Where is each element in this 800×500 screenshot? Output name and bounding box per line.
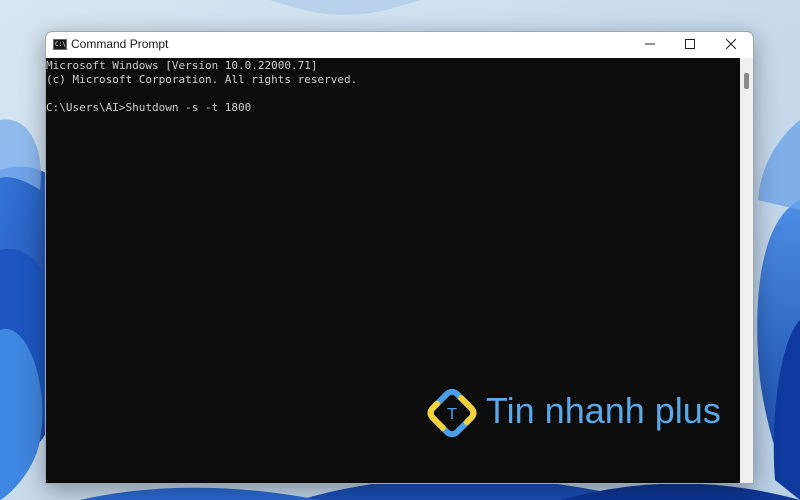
app-icon-label: C:\_ (55, 41, 70, 48)
vertical-scrollbar[interactable] (740, 58, 753, 483)
close-icon (726, 39, 736, 49)
console-line: (c) Microsoft Corporation. All rights re… (46, 73, 358, 86)
window-title: Command Prompt (71, 37, 169, 51)
console-line: Microsoft Windows [Version 10.0.22000.71… (46, 59, 318, 72)
minimize-icon (645, 43, 655, 45)
logo-letter: T (447, 406, 457, 423)
brand-name: Tin nhanh plus (486, 390, 721, 431)
scrollbar-thumb[interactable] (744, 73, 749, 89)
close-button[interactable] (710, 32, 752, 58)
title-bar[interactable]: C:\_ Command Prompt (46, 32, 753, 58)
minimize-button[interactable] (629, 32, 671, 58)
maximize-icon (685, 39, 695, 49)
command-prompt-icon: C:\_ (53, 39, 70, 50)
command-line: C:\Users\AI>Shutdown -s -t 1800 (46, 101, 252, 114)
brand-logo-icon: T (427, 388, 477, 438)
maximize-button[interactable] (669, 32, 711, 58)
brand-watermark: T Tin nhanh plus (424, 385, 734, 441)
